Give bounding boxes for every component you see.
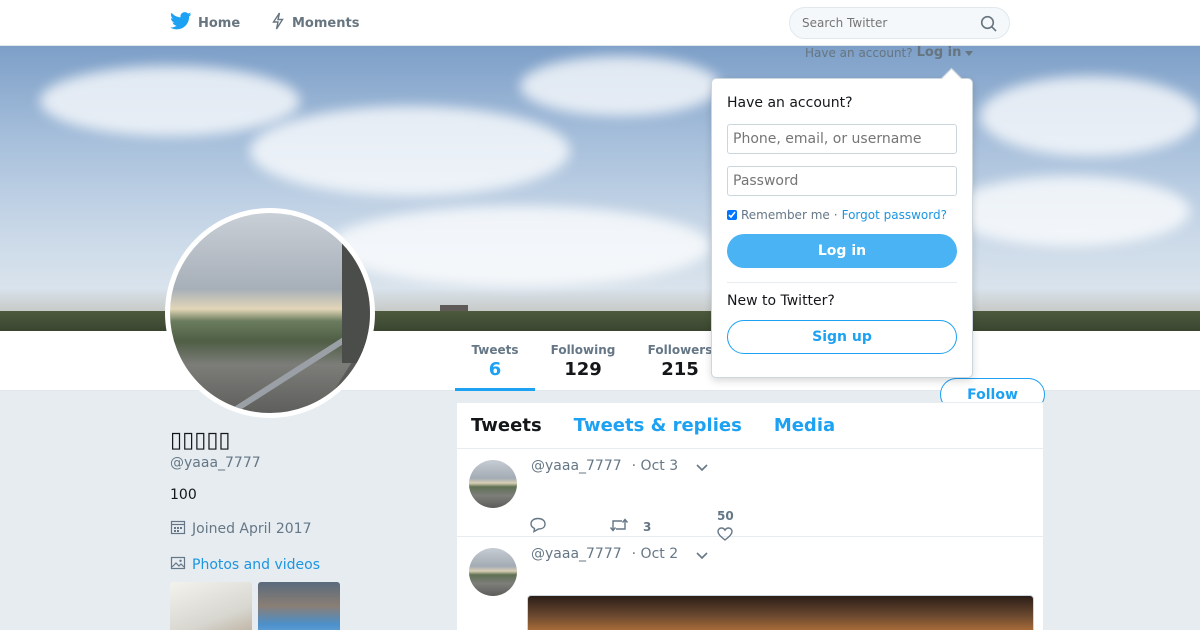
twitter-bird-icon (170, 12, 192, 34)
profile-display-name: ▯▯▯▯▯ (170, 428, 231, 453)
divider (727, 282, 957, 283)
remember-me-checkbox[interactable] (727, 210, 737, 220)
tweet-media-image[interactable] (527, 595, 1034, 630)
stat-value: 6 (488, 359, 502, 380)
remember-me-label[interactable]: Remember me (741, 208, 830, 222)
search-icon[interactable] (980, 15, 998, 37)
retweet-action[interactable]: 3 (609, 517, 717, 536)
media-thumbnail[interactable] (170, 582, 252, 630)
tweet-timeline: Tweets Tweets & replies Media @yaaa_7777… (456, 402, 1044, 630)
lightning-icon (270, 12, 286, 34)
chevron-down-icon[interactable] (695, 547, 709, 566)
cloud-shape (980, 76, 1200, 156)
avatar-photo (228, 243, 370, 413)
tab-media[interactable]: Media (774, 415, 835, 436)
tweet-header: @yaaa_7777 · Oct 2 (531, 546, 678, 562)
stat-value: 129 (564, 359, 602, 380)
stat-label: Following (550, 343, 616, 357)
username-field[interactable] (727, 124, 957, 154)
cloud-shape (330, 206, 710, 286)
caret-down-icon[interactable] (965, 46, 974, 60)
retweet-icon (609, 517, 629, 536)
tweet-avatar[interactable] (469, 548, 517, 596)
photos-and-videos-link[interactable]: Photos and videos (170, 555, 320, 575)
search-box (789, 7, 1010, 39)
profile-avatar[interactable] (165, 208, 375, 418)
cloud-shape (520, 56, 720, 116)
tweet-handle[interactable]: @yaaa_7777 (531, 458, 622, 474)
like-count: 50 (717, 509, 734, 523)
nav-moments-label: Moments (292, 15, 360, 31)
tweet-item[interactable]: @yaaa_7777 · Oct 2 (457, 537, 1043, 630)
photo-icon (170, 555, 186, 575)
reply-action[interactable] (529, 517, 609, 536)
profile-bio: 100 (170, 487, 197, 503)
stat-tweets[interactable]: Tweets 6 (455, 331, 535, 391)
timeline-tabs: Tweets Tweets & replies Media (457, 403, 1043, 449)
tab-tweets-and-replies[interactable]: Tweets & replies (574, 415, 742, 436)
nav-moments[interactable]: Moments (270, 0, 359, 46)
remember-row: Remember me · Forgot password? (727, 208, 957, 222)
login-hint-text: Have an account? (805, 45, 913, 60)
tweet-item[interactable]: @yaaa_7777 · Oct 3 3 50 (457, 449, 1043, 541)
stat-following[interactable]: Following 129 (535, 331, 631, 391)
tweet-handle[interactable]: @yaaa_7777 (531, 546, 622, 562)
login-hint: Have an account? Log in (805, 45, 974, 60)
profile-joined: Joined April 2017 (170, 519, 312, 539)
separator-dot: · (833, 208, 838, 222)
calendar-icon (170, 519, 186, 539)
tweet-date[interactable]: · Oct 2 (632, 546, 678, 562)
forgot-password-link[interactable]: Forgot password? (842, 208, 947, 222)
stat-value: 215 (661, 359, 699, 380)
search-input[interactable] (802, 16, 972, 30)
new-to-twitter-text: New to Twitter? (727, 293, 835, 309)
stat-label: Followers (647, 343, 713, 357)
tweet-date[interactable]: · Oct 3 (632, 458, 678, 474)
login-button[interactable]: Log in (727, 234, 957, 268)
reply-icon (529, 517, 547, 536)
stat-label: Tweets (471, 343, 519, 357)
photos-and-videos-label: Photos and videos (192, 557, 321, 573)
tab-tweets[interactable]: Tweets (471, 415, 542, 436)
chevron-down-icon[interactable] (695, 459, 709, 478)
profile-joined-text: Joined April 2017 (192, 521, 312, 537)
password-field[interactable] (727, 166, 957, 196)
cloud-shape (250, 106, 570, 196)
media-thumbnail[interactable] (258, 582, 340, 630)
signup-button[interactable]: Sign up (727, 320, 957, 354)
retweet-count: 3 (643, 519, 652, 534)
login-dropdown: Have an account? Remember me · Forgot pa… (711, 78, 973, 378)
login-hint-link[interactable]: Log in (917, 45, 962, 60)
nav-home[interactable]: Home (170, 0, 240, 46)
login-dropdown-title: Have an account? (727, 95, 853, 111)
cloud-shape (40, 66, 300, 136)
tweet-avatar[interactable] (469, 460, 517, 508)
top-navigation: Home Moments (0, 0, 1200, 46)
tweet-header: @yaaa_7777 · Oct 3 (531, 458, 678, 474)
cloud-shape (950, 176, 1190, 246)
profile-handle: @yaaa_7777 (170, 455, 261, 471)
nav-home-label: Home (198, 15, 241, 31)
